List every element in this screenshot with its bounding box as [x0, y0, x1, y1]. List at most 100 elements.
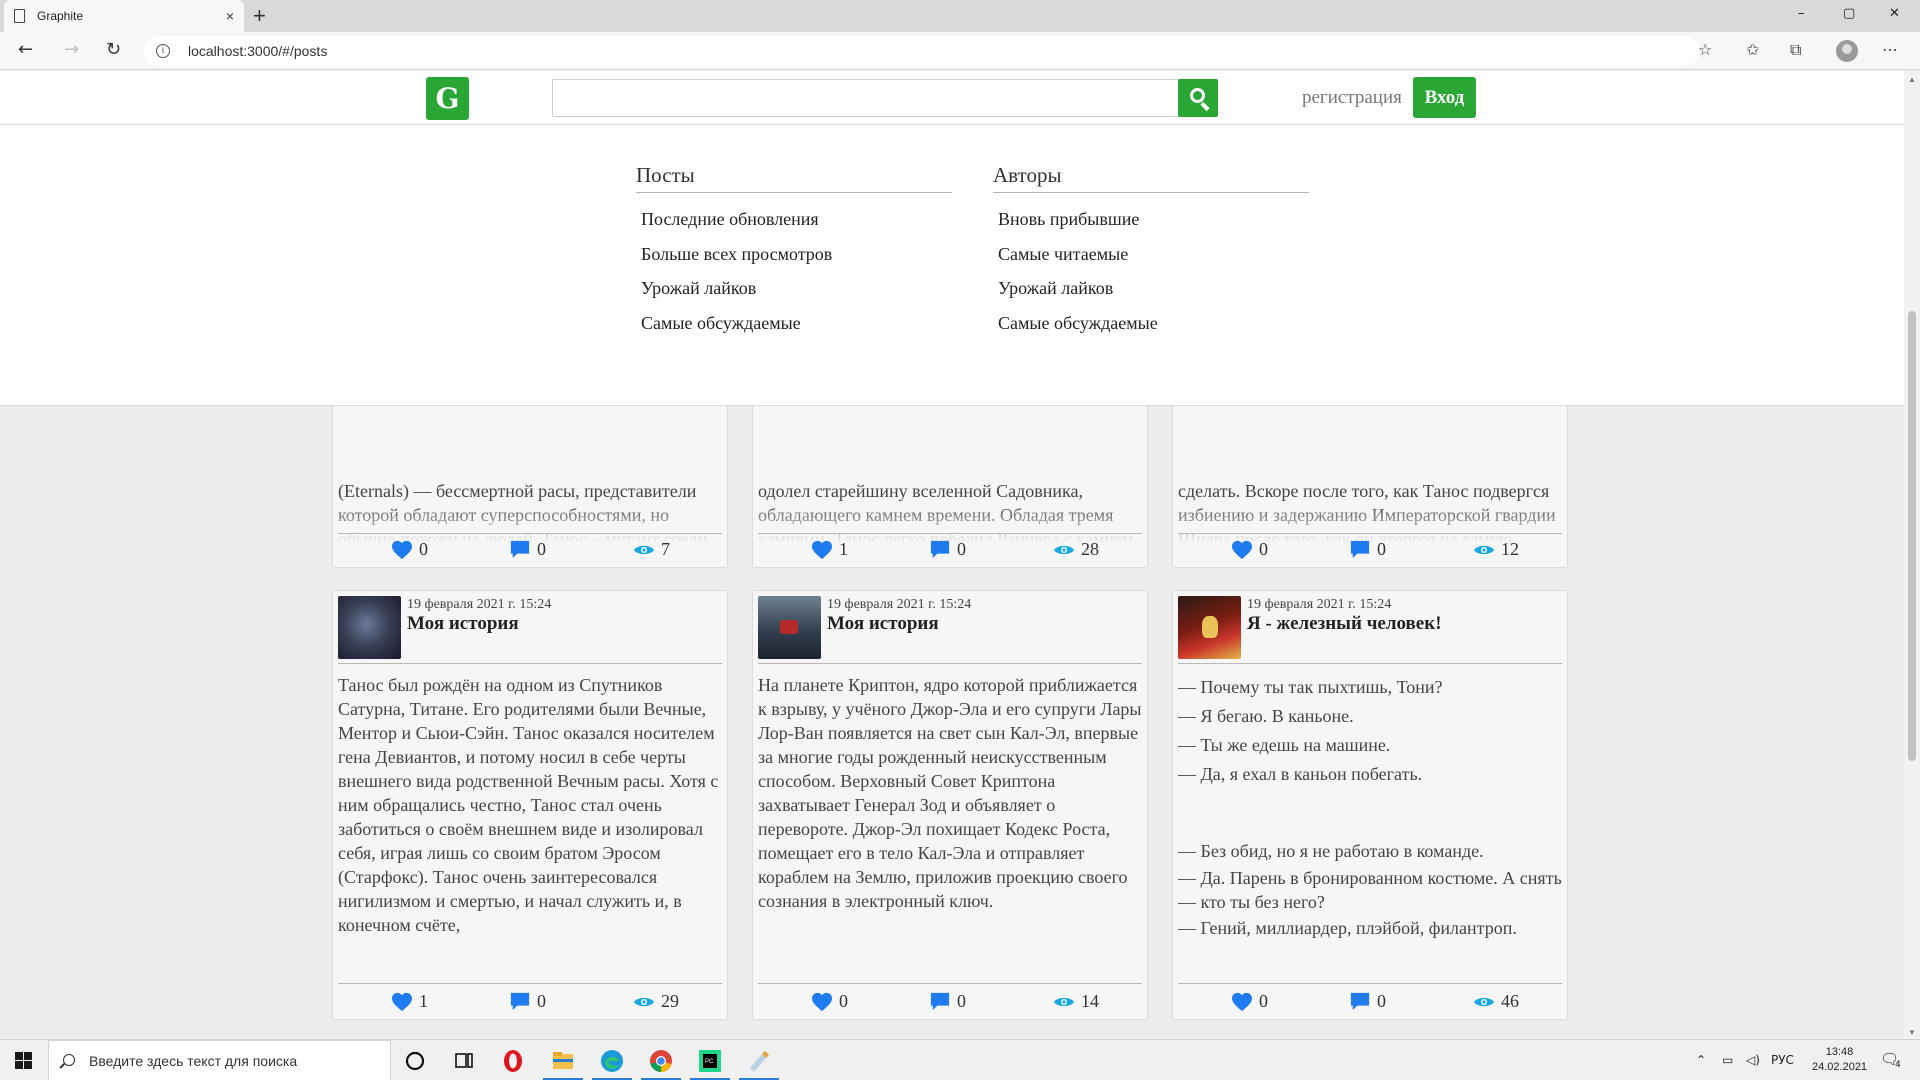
- comments-stat[interactable]: 0: [509, 539, 546, 560]
- browser-toolbar: ← → ↻ i localhost:3000/#/posts ☆ ✩ ⧉ ⋯: [0, 32, 1920, 70]
- search-button[interactable]: [1178, 79, 1218, 117]
- address-bar[interactable]: i localhost:3000/#/posts: [144, 36, 1700, 66]
- system-clock[interactable]: 13:48 24.02.2021: [1812, 1045, 1867, 1075]
- views-stat: 7: [633, 539, 670, 560]
- svg-text:PC: PC: [705, 1059, 714, 1065]
- scroll-down-icon[interactable]: ▼: [1908, 1028, 1916, 1037]
- new-tab-icon[interactable]: +: [253, 3, 266, 29]
- scroll-thumb[interactable]: [1908, 311, 1916, 761]
- task-view-icon[interactable]: [451, 1048, 477, 1074]
- superman-avatar[interactable]: [758, 596, 821, 659]
- eye-icon: [633, 545, 655, 554]
- menu-item-newcomers[interactable]: Вновь прибывшие: [998, 209, 1309, 244]
- favorites-icon[interactable]: ✩: [1746, 40, 1759, 59]
- likes-stat[interactable]: 1: [391, 991, 428, 1012]
- likes-stat[interactable]: 0: [1231, 539, 1268, 560]
- menu-item-most-discussed-posts[interactable]: Самые обсуждаемые: [641, 313, 952, 348]
- heart-icon: [812, 540, 832, 559]
- paint-icon[interactable]: [746, 1048, 772, 1074]
- menu-item-most-liked-posts[interactable]: Урожай лайков: [641, 278, 952, 313]
- comment-icon: [930, 540, 950, 558]
- volume-icon[interactable]: ◁): [1746, 1053, 1760, 1067]
- show-hidden-icons-icon[interactable]: ⌃: [1696, 1053, 1706, 1067]
- url-text[interactable]: localhost:3000/#/posts: [188, 43, 327, 59]
- minimize-icon[interactable]: –: [1798, 6, 1805, 21]
- maximize-icon[interactable]: ▢: [1843, 6, 1855, 21]
- browser-tab[interactable]: Graphite ×: [4, 0, 244, 32]
- site-logo[interactable]: G: [426, 77, 469, 120]
- comments-stat[interactable]: 0: [509, 991, 546, 1012]
- post-stats: 1 0 29: [333, 985, 727, 1019]
- page-scrollbar[interactable]: ▲ ▼: [1904, 71, 1920, 1039]
- menu-item-latest-updates[interactable]: Последние обновления: [641, 209, 952, 244]
- network-icon[interactable]: ▭: [1722, 1053, 1733, 1067]
- file-explorer-icon[interactable]: [550, 1048, 576, 1074]
- edge-icon[interactable]: [599, 1048, 625, 1074]
- back-icon[interactable]: ←: [18, 39, 33, 60]
- views-stat: 29: [633, 991, 679, 1012]
- navigation-dropdown: Посты Последние обновления Больше всех п…: [0, 125, 1904, 406]
- post-stats: 0 0 14: [753, 985, 1147, 1019]
- register-link[interactable]: регистрация: [1302, 87, 1402, 109]
- heart-icon: [392, 540, 412, 559]
- taskbar-search[interactable]: Введите здесь текст для поиска: [48, 1040, 391, 1080]
- eye-icon: [1053, 545, 1075, 554]
- forward-icon[interactable]: →: [64, 39, 79, 60]
- close-tab-icon[interactable]: ×: [226, 8, 234, 24]
- site-header: G регистрация Вход: [0, 71, 1904, 125]
- comments-stat[interactable]: 0: [1349, 539, 1386, 560]
- post-card[interactable]: 19 февраля 2021 г. 15:24 Моя история Тан…: [332, 590, 728, 1020]
- refresh-icon[interactable]: ↻: [106, 39, 121, 60]
- views-stat: 14: [1053, 991, 1099, 1012]
- post-stats: 0 0 12: [1173, 533, 1567, 567]
- login-button[interactable]: Вход: [1413, 77, 1476, 118]
- heart-icon: [392, 992, 412, 1011]
- language-indicator[interactable]: РУС: [1771, 1053, 1794, 1067]
- scroll-up-icon[interactable]: ▲: [1908, 75, 1916, 84]
- comments-stat[interactable]: 0: [929, 539, 966, 560]
- post-stats: 0 0 7: [333, 533, 727, 567]
- post-title[interactable]: Моя история: [407, 613, 519, 635]
- likes-stat[interactable]: 1: [811, 539, 848, 560]
- profile-icon[interactable]: [1836, 40, 1858, 62]
- post-title[interactable]: Я - железный человек!: [1247, 613, 1442, 635]
- post-stats: 0 0 46: [1173, 985, 1567, 1019]
- pycharm-icon[interactable]: PC: [697, 1048, 723, 1074]
- post-card[interactable]: 19 февраля 2021 г. 15:24 Моя история На …: [752, 590, 1148, 1020]
- menu-item-most-liked-authors[interactable]: Урожай лайков: [998, 278, 1309, 313]
- favorite-add-icon[interactable]: ☆: [1698, 40, 1712, 59]
- opera-icon[interactable]: [500, 1048, 526, 1074]
- collections-icon[interactable]: ⧉: [1790, 40, 1801, 60]
- post-excerpt: Танос был рождён на одном из Спутников С…: [338, 673, 722, 983]
- cortana-icon[interactable]: [402, 1048, 428, 1074]
- taskbar-search-placeholder[interactable]: Введите здесь текст для поиска: [89, 1053, 297, 1069]
- ironman-avatar[interactable]: [1178, 596, 1241, 659]
- authors-menu: Авторы Вновь прибывшие Самые читаемые Ур…: [993, 163, 1309, 347]
- close-window-icon[interactable]: ✕: [1889, 6, 1900, 21]
- likes-stat[interactable]: 0: [811, 991, 848, 1012]
- comments-stat[interactable]: 0: [1349, 991, 1386, 1012]
- thanos-avatar[interactable]: [338, 596, 401, 659]
- search-input[interactable]: [552, 79, 1179, 117]
- windows-start-icon[interactable]: [15, 1052, 32, 1069]
- likes-stat[interactable]: 0: [391, 539, 428, 560]
- chrome-icon[interactable]: [648, 1048, 674, 1074]
- more-icon[interactable]: ⋯: [1882, 40, 1898, 59]
- clock-date: 24.02.2021: [1812, 1061, 1868, 1073]
- post-card[interactable]: 19 февраля 2021 г. 15:24 Я - железный че…: [1172, 590, 1568, 1020]
- likes-stat[interactable]: 0: [1231, 991, 1268, 1012]
- browser-tabstrip: Graphite × + – ▢ ✕: [0, 0, 1920, 32]
- menu-item-most-discussed-authors[interactable]: Самые обсуждаемые: [998, 313, 1309, 348]
- views-stat: 46: [1473, 991, 1519, 1012]
- info-icon[interactable]: i: [156, 44, 170, 58]
- post-title[interactable]: Моя история: [827, 613, 939, 635]
- comments-stat[interactable]: 0: [929, 991, 966, 1012]
- menu-item-most-read[interactable]: Самые читаемые: [998, 244, 1309, 279]
- tab-title: Graphite: [37, 9, 84, 23]
- menu-item-most-viewed[interactable]: Больше всех просмотров: [641, 244, 952, 279]
- heart-icon: [1232, 992, 1252, 1011]
- views-stat: 28: [1053, 539, 1099, 560]
- posts-menu-title: Посты: [636, 163, 952, 193]
- heart-icon: [812, 992, 832, 1011]
- heart-icon: [1232, 540, 1252, 559]
